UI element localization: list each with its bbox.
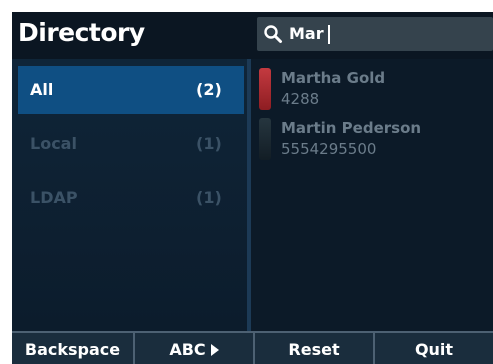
- contact-number: 4288: [281, 90, 320, 108]
- search-icon: [264, 25, 282, 43]
- contact-name: Martin Pederson: [281, 119, 422, 137]
- search-value: Mar: [289, 24, 324, 43]
- contact-item[interactable]: Martin Pederson 5554295500: [259, 116, 489, 164]
- folder-count: (1): [196, 134, 222, 153]
- backspace-button[interactable]: Backspace: [12, 333, 133, 364]
- folder-ldap[interactable]: LDAP (1): [18, 174, 244, 222]
- folder-name: LDAP: [30, 188, 78, 207]
- folder-local[interactable]: Local (1): [18, 120, 244, 168]
- reset-button[interactable]: Reset: [255, 333, 373, 364]
- softkey-label: ABC: [169, 340, 206, 359]
- folder-all[interactable]: All (2): [18, 66, 244, 114]
- folder-count: (2): [196, 80, 222, 99]
- play-arrow-icon: [210, 343, 219, 356]
- softkey-bar: Backspace ABC Reset Quit: [12, 331, 493, 364]
- phone-screen: Directory Mar All (2) Local (1) LDAP (1)…: [12, 12, 493, 364]
- page-title: Directory: [18, 18, 145, 47]
- header-bar: Directory Mar: [12, 12, 493, 59]
- text-cursor: [328, 25, 330, 44]
- presence-indicator: [259, 68, 271, 110]
- search-input[interactable]: Mar: [257, 17, 493, 51]
- folder-name: Local: [30, 134, 77, 153]
- folder-count: (1): [196, 188, 222, 207]
- presence-indicator: [259, 118, 271, 160]
- contact-name: Martha Gold: [281, 69, 386, 87]
- folder-name: All: [30, 80, 54, 99]
- contact-item[interactable]: Martha Gold 4288: [259, 66, 489, 114]
- softkey-label: Backspace: [24, 340, 121, 359]
- softkey-label: Reset: [288, 340, 340, 359]
- abc-button[interactable]: ABC: [135, 333, 253, 364]
- folder-list: All (2) Local (1) LDAP (1): [12, 59, 247, 331]
- panel-divider: [247, 59, 251, 335]
- quit-button[interactable]: Quit: [375, 333, 493, 364]
- softkey-label: Quit: [414, 340, 454, 359]
- contact-number: 5554295500: [281, 140, 377, 158]
